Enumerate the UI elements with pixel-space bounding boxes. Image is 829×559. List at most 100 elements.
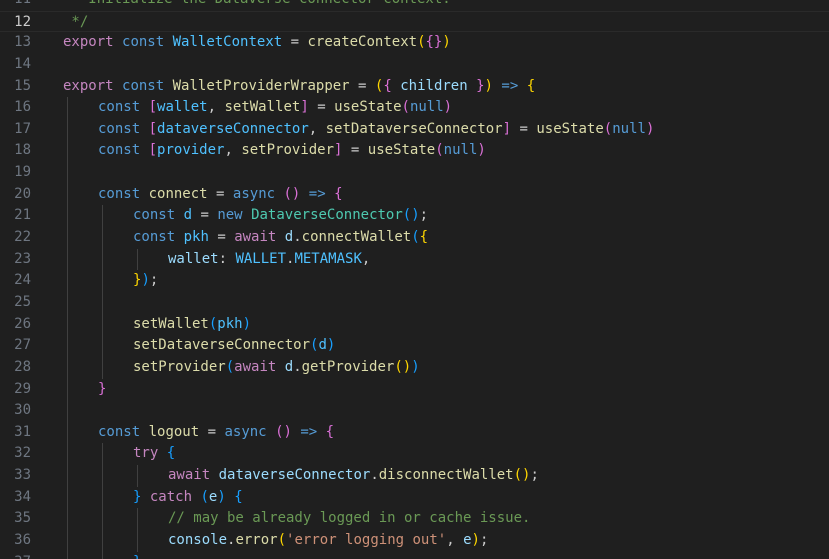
line-number: 15 bbox=[14, 77, 31, 94]
code-token: provider bbox=[157, 142, 225, 159]
line-number: 28 bbox=[14, 358, 31, 375]
code-token: const bbox=[133, 207, 176, 224]
line-number: 16 bbox=[14, 99, 31, 116]
indent-guide bbox=[67, 97, 68, 119]
line-number: 20 bbox=[14, 185, 31, 202]
code-token: export bbox=[63, 34, 114, 51]
code-token: new bbox=[217, 207, 243, 224]
code-token: ) bbox=[477, 142, 486, 159]
code-line[interactable]: 33 await dataverseConnector.disconnectWal… bbox=[0, 465, 829, 487]
indent-guide bbox=[67, 270, 68, 292]
code-token: => bbox=[300, 423, 318, 440]
code-token: createContext bbox=[307, 34, 418, 51]
code-line[interactable]: 37} bbox=[0, 551, 829, 559]
line-number: 21 bbox=[14, 207, 31, 224]
indent-guide bbox=[67, 443, 68, 466]
code-text: } bbox=[98, 379, 106, 401]
code-line[interactable]: 32 try { bbox=[0, 443, 829, 466]
line-number: 29 bbox=[14, 380, 31, 397]
code-line[interactable]: 34} catch (e) { bbox=[0, 486, 829, 509]
code-line[interactable]: 20 const connect = async () => { bbox=[0, 183, 829, 206]
indent-guide bbox=[137, 248, 138, 271]
code-line[interactable]: 21 const d = new DataverseConnector(); bbox=[0, 205, 829, 228]
code-token: ) bbox=[217, 488, 226, 505]
indent-guide bbox=[67, 205, 68, 228]
code-text: const [wallet, setWallet] = useState(nul… bbox=[98, 97, 452, 119]
code-text: // may be already logged in or cache iss… bbox=[168, 508, 530, 530]
code-text: await dataverseConnector.disconnectWalle… bbox=[168, 465, 539, 487]
code-token: ( bbox=[225, 358, 235, 375]
code-token: , bbox=[446, 532, 464, 549]
code-line[interactable]: 11 * Initialize the Dataverse connector … bbox=[0, 0, 829, 11]
code-token: ) bbox=[484, 77, 493, 94]
code-line[interactable]: 36 console.error('error logging out', e); bbox=[0, 530, 829, 552]
code-token: * Initialize the Dataverse connector con… bbox=[63, 0, 450, 7]
line-number: 32 bbox=[14, 445, 31, 462]
code-text: } catch (e) { bbox=[133, 487, 243, 509]
code-token: const bbox=[98, 142, 141, 159]
code-token: try bbox=[133, 445, 159, 462]
indent-guide bbox=[137, 465, 138, 487]
code-line[interactable]: 18 const [provider, setProvider] = useSta… bbox=[0, 140, 829, 163]
code-token: ) bbox=[645, 120, 655, 137]
code-token: [ bbox=[148, 99, 158, 116]
code-line[interactable]: 35 // may be already logged in or cache i… bbox=[0, 508, 829, 531]
code-line[interactable]: 12 */ bbox=[0, 10, 829, 33]
code-token: const bbox=[98, 185, 141, 202]
code-token: , bbox=[361, 250, 371, 267]
code-token: // may be already logged in or cache iss… bbox=[168, 510, 531, 527]
code-line[interactable]: 13 export const WalletContext = createCon… bbox=[0, 32, 829, 54]
code-line[interactable]: 30 bbox=[0, 400, 829, 422]
code-editor[interactable]: 11 * Initialize the Dataverse connector … bbox=[0, 0, 829, 559]
code-line[interactable]: 23 wallet: WALLET.METAMASK, bbox=[0, 248, 829, 271]
code-token: = bbox=[349, 77, 375, 94]
code-token: dataverseConnector bbox=[157, 120, 309, 137]
code-line[interactable]: 26 setWallet(pkh) bbox=[0, 313, 829, 336]
code-token: ; bbox=[419, 207, 429, 224]
code-line[interactable]: 19 bbox=[0, 162, 829, 184]
code-token: setProvider bbox=[133, 358, 226, 375]
code-lines[interactable]: 11 * Initialize the Dataverse connector … bbox=[0, 0, 829, 559]
code-token: ; bbox=[479, 532, 489, 549]
code-token: WalletProviderWrapper bbox=[172, 77, 350, 94]
code-token: WALLET bbox=[235, 250, 287, 267]
code-line[interactable]: 28 setProvider(await d.getProvider()) bbox=[0, 356, 829, 379]
code-token: ) bbox=[242, 315, 252, 332]
code-token: const bbox=[133, 229, 176, 246]
code-line[interactable]: 17 const [dataverseConnector, setDatavers… bbox=[0, 118, 829, 141]
code-line[interactable]: 29} bbox=[0, 378, 829, 401]
code-line[interactable]: 27 setDataverseConnector(d) bbox=[0, 335, 829, 357]
code-token: setProvider bbox=[241, 142, 335, 159]
code-line[interactable]: 14 bbox=[0, 54, 829, 76]
code-line[interactable]: 24}); bbox=[0, 270, 829, 292]
indent-guide bbox=[67, 162, 68, 184]
code-line[interactable]: 22 const pkh = await d.connectWallet({ bbox=[0, 227, 829, 249]
code-token: setDataverseConnector bbox=[133, 337, 311, 354]
code-token: setDataverseConnector bbox=[325, 120, 503, 137]
indent-guide bbox=[102, 313, 103, 336]
code-line[interactable]: 25 bbox=[0, 291, 829, 314]
code-token: { bbox=[334, 185, 343, 202]
code-token: = bbox=[511, 120, 537, 137]
indent-guide bbox=[102, 530, 103, 552]
code-line[interactable]: 31 const logout = async () => { bbox=[0, 421, 829, 444]
code-token: () bbox=[513, 467, 531, 484]
code-token: = bbox=[342, 142, 368, 159]
code-text: const [provider, setProvider] = useState… bbox=[98, 140, 486, 162]
code-token: await bbox=[168, 467, 211, 484]
indent-guide bbox=[67, 378, 68, 401]
code-token: const bbox=[98, 423, 141, 440]
code-token: disconnectWallet bbox=[378, 467, 514, 484]
code-line[interactable]: 15 export const WalletProviderWrapper = (… bbox=[0, 76, 829, 98]
code-token: const bbox=[122, 77, 165, 94]
code-line[interactable]: 16 const [wallet, setWallet] = useState(n… bbox=[0, 97, 829, 119]
code-token: dataverseConnector bbox=[218, 467, 371, 484]
indent-guide bbox=[137, 508, 138, 531]
